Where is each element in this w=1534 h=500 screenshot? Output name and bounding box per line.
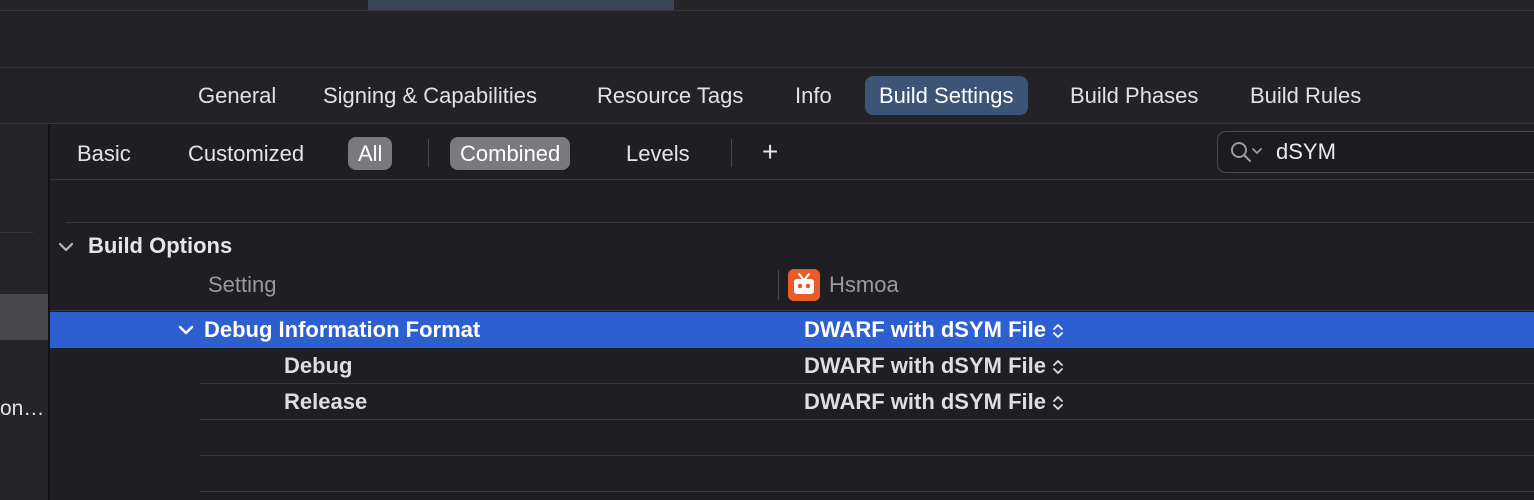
tab-info[interactable]: Info xyxy=(781,76,846,115)
content-divider xyxy=(66,222,1534,223)
setting-name: Debug Information Format xyxy=(204,317,481,342)
row-divider xyxy=(200,491,1534,492)
setting-value-popup[interactable]: DWARF with dSYM File xyxy=(804,312,1064,348)
setting-value: DWARF with dSYM File xyxy=(804,353,1046,378)
build-settings-filter-bar: Basic Customized All Combined Levels + xyxy=(50,124,1534,180)
add-setting-button[interactable]: + xyxy=(757,134,783,170)
chevron-down-icon[interactable] xyxy=(56,237,76,257)
toolbar-area xyxy=(0,11,1534,68)
column-header-divider xyxy=(50,310,1534,311)
tab-resource-tags[interactable]: Resource Tags xyxy=(583,76,757,115)
tab-signing-capabilities[interactable]: Signing & Capabilities xyxy=(309,76,551,115)
window-tab-strip xyxy=(0,0,1534,11)
tab-build-rules[interactable]: Build Rules xyxy=(1236,76,1375,115)
sidebar-truncated-item[interactable]: on… xyxy=(0,397,44,421)
project-navigator-sidebar: on… xyxy=(0,124,50,500)
app-target-icon xyxy=(788,269,820,301)
row-divider xyxy=(200,419,1534,420)
section-title: Build Options xyxy=(88,233,233,258)
search-field[interactable] xyxy=(1217,131,1534,173)
tab-general[interactable]: General xyxy=(184,76,290,115)
up-down-arrows-icon[interactable] xyxy=(1052,393,1064,413)
setting-value-popup[interactable]: DWARF with dSYM File xyxy=(804,384,1064,420)
sidebar-selected-item[interactable] xyxy=(0,294,48,340)
view-levels-button[interactable]: Levels xyxy=(616,137,700,170)
configuration-name: Debug xyxy=(284,353,353,378)
setting-value: DWARF with dSYM File xyxy=(804,389,1046,414)
search-icon[interactable] xyxy=(1230,141,1264,163)
configuration-name: Release xyxy=(284,389,368,414)
up-down-arrows-icon[interactable] xyxy=(1052,321,1064,341)
sidebar-divider xyxy=(0,232,33,233)
setting-value: DWARF with dSYM File xyxy=(804,317,1046,342)
setting-value-popup[interactable]: DWARF with dSYM File xyxy=(804,348,1064,384)
filter-basic-button[interactable]: Basic xyxy=(67,137,141,170)
column-header-target[interactable]: Hsmoa xyxy=(829,272,899,298)
tab-build-phases[interactable]: Build Phases xyxy=(1056,76,1212,115)
active-window-tab[interactable] xyxy=(368,0,674,10)
column-header-setting[interactable]: Setting xyxy=(208,272,277,298)
setting-row-debug-information-format[interactable]: Debug Information Format DWARF with dSYM… xyxy=(50,312,1534,348)
search-input[interactable] xyxy=(1276,136,1534,168)
setting-row-release[interactable]: Release DWARF with dSYM File xyxy=(50,384,1534,420)
filter-customized-button[interactable]: Customized xyxy=(178,137,314,170)
filter-separator xyxy=(731,139,732,167)
setting-row-debug[interactable]: Debug DWARF with dSYM File xyxy=(50,348,1534,384)
column-separator xyxy=(778,270,779,300)
section-header-build-options[interactable]: Build Options xyxy=(56,231,232,261)
xcode-build-settings-window: General Signing & Capabilities Resource … xyxy=(0,0,1534,500)
chevron-down-icon[interactable] xyxy=(176,320,196,340)
filter-all-button[interactable]: All xyxy=(348,137,393,170)
view-combined-button[interactable]: Combined xyxy=(450,137,571,170)
filter-separator xyxy=(428,139,429,167)
row-divider xyxy=(200,455,1534,456)
tab-build-settings[interactable]: Build Settings xyxy=(865,76,1028,115)
editor-tab-bar: General Signing & Capabilities Resource … xyxy=(0,68,1534,124)
up-down-arrows-icon[interactable] xyxy=(1052,357,1064,377)
